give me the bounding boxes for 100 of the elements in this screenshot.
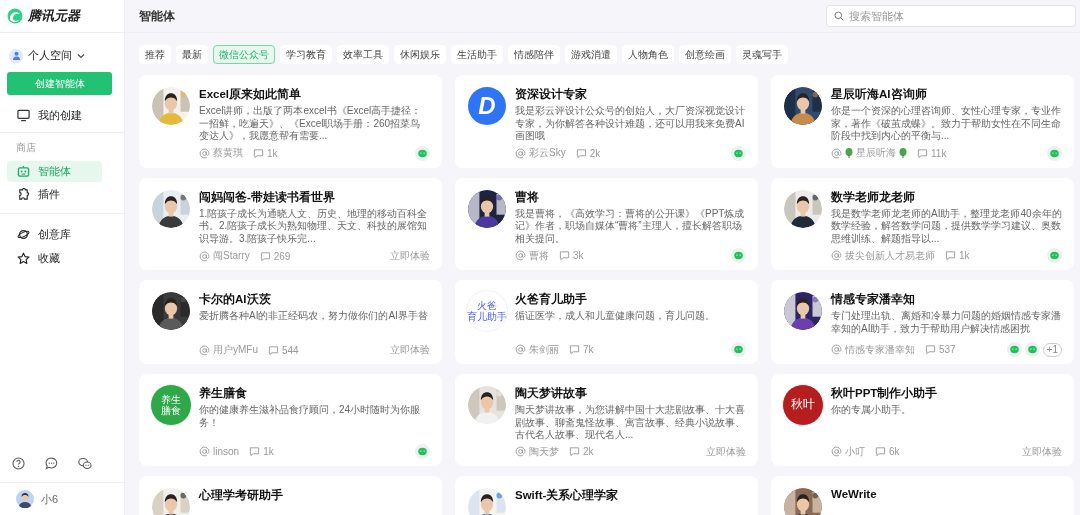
agent-title: 卡尔的AI沃茨 bbox=[199, 292, 272, 307]
agent-card[interactable]: 卡尔的AI沃茨 爱折腾各种AI的非正经码农，努力做你们的AI界手替 用户yMFu 544 立即体验 bbox=[139, 280, 442, 364]
wechat-icon[interactable] bbox=[78, 457, 92, 470]
agent-title: 数学老师龙老师 bbox=[831, 189, 916, 205]
category-tab[interactable]: 人物角色 bbox=[622, 45, 674, 64]
comment-icon bbox=[268, 344, 279, 356]
comment-icon bbox=[569, 344, 580, 355]
category-tab[interactable]: 情感陪伴 bbox=[508, 45, 560, 64]
author-name: 小叮 bbox=[845, 444, 865, 459]
author-name: 闯Starry bbox=[213, 249, 250, 263]
category-tab[interactable]: 效率工具 bbox=[337, 45, 389, 64]
space-selector[interactable]: 个人空间 bbox=[9, 48, 85, 63]
agent-title: 情感专家潘幸知 bbox=[831, 292, 916, 307]
category-tab[interactable]: 休闲娱乐 bbox=[394, 45, 446, 64]
at-icon bbox=[199, 147, 210, 159]
logo-avatar: 秋叶 bbox=[782, 384, 824, 426]
agent-description: 我是数学老师龙老师的AI助手，整理龙老师40余年的数学经验，解答数学问题，提供数学学习建议、奥数思维训练、解题指导以... bbox=[831, 207, 1062, 245]
category-tab[interactable]: 创意绘画 bbox=[679, 45, 731, 64]
comment-count: 6k bbox=[889, 446, 900, 457]
agent-card[interactable]: WeWrite bbox=[771, 475, 1074, 515]
comment-icon bbox=[925, 344, 936, 355]
agent-card[interactable]: 数学老师龙老师 我是数学老师龙老师的AI助手，整理龙老师40余年的数学经验，解答数学问题，提供数学学习建议、奥数思维训练、解题指导以... 拔尖创新人才易老师 1k bbox=[771, 177, 1074, 270]
agent-card[interactable]: 火爸 育儿助手 火爸育儿助手 循证医学，成人和儿童健康问题，育儿问题。 朱剑丽 7k bbox=[455, 280, 758, 364]
planet-icon bbox=[17, 228, 30, 241]
agent-description: 1.陪孩子成长为通晓人文、历史、地理的移动百科全书。2.陪孩子成长为熟知物理、天文、科技的展馆知识导游。3.陪孩子快乐完... bbox=[199, 207, 429, 246]
comment-icon bbox=[569, 446, 580, 457]
nav-item[interactable]: 收藏 bbox=[7, 248, 102, 269]
agent-title: 秋叶PPT制作小助手 bbox=[831, 386, 939, 401]
author-name: 朱剑丽 bbox=[529, 342, 559, 357]
category-tab[interactable]: 生活助手 bbox=[451, 45, 503, 64]
comment-count: 11k bbox=[931, 147, 947, 159]
chat-icon[interactable] bbox=[45, 457, 58, 470]
search-field[interactable]: 搜索智能体 bbox=[826, 5, 1076, 27]
agent-card[interactable]: 心理学考研助手 bbox=[139, 475, 442, 515]
at-icon bbox=[515, 344, 526, 355]
agent-description: 我是彩云评设计公众号的创始人，大厂资深视觉设计专家，为你解答各种设计难题，还可以用我来免费AI画图哦 bbox=[515, 105, 746, 143]
agent-card[interactable]: 陶天梦讲故事 陶天梦讲故事，为您讲解中国十大悲剧故事、十大喜剧故事、聊斋鬼怪故事、寓言故事、经典小说故事、古代名人故事、现代名人... 陶天梦 2k 立即体验 bbox=[455, 374, 758, 466]
wechat-badge-icon bbox=[1006, 342, 1022, 357]
help-icon[interactable] bbox=[12, 457, 25, 470]
nav-item[interactable]: 插件 bbox=[7, 184, 102, 205]
category-tab[interactable]: 游戏消遣 bbox=[565, 45, 617, 64]
robot-icon bbox=[17, 165, 30, 178]
agent-card[interactable]: 养生 膳食 养生膳食 你的健康养生滋补品食疗顾问，24小时随时为你服务！ linson 1k bbox=[139, 374, 442, 466]
agent-title: Excel原来如此简单 bbox=[199, 87, 303, 102]
agent-card[interactable]: 曹将 我是曹将，《高效学习：曹将的公开课》《PPT炼成记》作者，职场自媒体“曹将”主理人，擅长解答职场相关提问。 曹将 3k bbox=[455, 177, 758, 270]
agent-description: 你是一个资深的心理咨询师、女性心理专家，专业作家，著作《破茧成蝶》。致力于帮助女性在不同生命阶段中找到内心的平衡与... bbox=[831, 105, 1062, 143]
wechat-badge-icon bbox=[415, 443, 430, 459]
at-icon bbox=[515, 250, 526, 261]
comment-icon bbox=[917, 147, 928, 159]
wechat-badge-icon bbox=[1047, 145, 1062, 161]
agent-card[interactable]: 秋叶 秋叶PPT制作小助手 你的专属小助手。 小叮 6k 立即体验 bbox=[771, 374, 1074, 466]
nav-item[interactable]: 创意库 bbox=[7, 224, 102, 245]
agent-card[interactable]: 星辰听海AI咨询师 你是一个资深的心理咨询师、女性心理专家，专业作家，著作《破茧成蝶》。致力于帮助女性在不同生命阶段中找到内心的平衡与... 星辰听海 11k bbox=[771, 75, 1074, 168]
wechat-badge-icon bbox=[1047, 248, 1062, 263]
category-tab[interactable]: 学习教育 bbox=[280, 45, 332, 64]
category-tab[interactable]: 推荐 bbox=[139, 45, 171, 64]
agent-description: 爱折腾各种AI的非正经码农，努力做你们的AI界手替 bbox=[199, 310, 429, 323]
at-icon bbox=[199, 344, 210, 356]
comment-count: 537 bbox=[939, 344, 956, 355]
at-icon bbox=[831, 344, 842, 355]
nav-item[interactable]: 我的创建 bbox=[7, 105, 102, 126]
comment-count: 269 bbox=[273, 250, 291, 262]
section-label: 商店 bbox=[16, 141, 36, 155]
agent-card[interactable]: 情感专家潘幸知 专门处理出轨、离婚和冷暴力问题的婚姻情感专家潘幸知的AI助手，致力于帮助用户解决情感困扰 情感专家潘幸知 537 +1 bbox=[771, 280, 1074, 364]
at-icon bbox=[831, 250, 842, 261]
wechat-badge-icon bbox=[1024, 342, 1040, 357]
agent-description: 我是曹将，《高效学习：曹将的公开课》《PPT炼成记》作者，职场自媒体“曹将”主理人，擅长解答职场相关提问。 bbox=[515, 207, 746, 245]
agent-title: 火爸育儿助手 bbox=[515, 292, 588, 307]
agent-title: 星辰听海AI咨询师 bbox=[831, 87, 928, 102]
category-tab[interactable]: 灵魂写手 bbox=[736, 45, 788, 64]
user-avatar[interactable] bbox=[16, 490, 34, 508]
agent-card[interactable]: Swift-关系心理学家 bbox=[455, 475, 758, 515]
agent-card[interactable]: Excel原来如此简单 Excel讲师，出版了两本excel书《Excel高手捷径：一招鲜，吃遍天》、《Excel职场手册：260招菜鸟变达人》，我愿意帮有需要... 蔡黄琪 1k bbox=[139, 75, 442, 168]
agent-description: 循证医学，成人和儿童健康问题，育儿问题。 bbox=[515, 310, 716, 323]
author-name: 陶天梦 bbox=[529, 444, 559, 459]
at-icon bbox=[831, 147, 842, 159]
agent-title: 心理学考研助手 bbox=[199, 487, 284, 503]
user-name: 小6 bbox=[41, 491, 59, 507]
agent-card[interactable]: D 资深设计专家 我是彩云评设计公众号的创始人，大厂资深视觉设计专家，为你解答各种设计难题，还可以用我来免费AI画图哦 彩云Sky 2k bbox=[455, 75, 758, 168]
at-icon bbox=[199, 250, 210, 262]
wechat-badge-icon bbox=[731, 342, 746, 357]
comment-icon bbox=[875, 446, 886, 457]
logo-avatar: D bbox=[468, 87, 506, 125]
comment-count: 2k bbox=[583, 446, 594, 457]
comment-count: 1k bbox=[263, 445, 274, 457]
logo-avatar: 火爸 育儿助手 bbox=[466, 290, 508, 332]
plugin-icon bbox=[17, 188, 30, 201]
logo-text: 腾讯元器 bbox=[28, 7, 80, 25]
agent-description: 你的健康养生滋补品食疗顾问，24小时随时为你服务！ bbox=[199, 404, 422, 430]
author-name: 拔尖创新人才易老师 bbox=[845, 248, 935, 263]
search-icon bbox=[834, 11, 844, 21]
agent-description: Excel讲师，出版了两本excel书《Excel高手捷径：一招鲜，吃遍天》、《Excel职场手册：260招菜鸟变达人》，我愿意帮有需要... bbox=[199, 105, 423, 143]
comment-count: 3k bbox=[573, 250, 584, 261]
agent-title: Swift-关系心理学家 bbox=[515, 487, 620, 503]
agent-description: 专门处理出轨、离婚和冷暴力问题的婚姻情感专家潘幸知的AI助手，致力于帮助用户解决情感困扰 bbox=[831, 310, 1062, 336]
category-tab[interactable]: 最新 bbox=[176, 45, 208, 64]
comment-icon bbox=[559, 250, 570, 261]
agent-title: 养生膳食 bbox=[199, 386, 248, 401]
comment-count: 1k bbox=[267, 147, 278, 159]
agent-card[interactable]: 闯妈闯爸-带娃读书看世界 1.陪孩子成长为通晓人文、历史、地理的移动百科全书。2.陪孩子成长为熟知物理、天文、科技的展馆知识导游。3.陪孩子快乐完... 闯Starry 269 立即体验 bbox=[139, 177, 442, 270]
